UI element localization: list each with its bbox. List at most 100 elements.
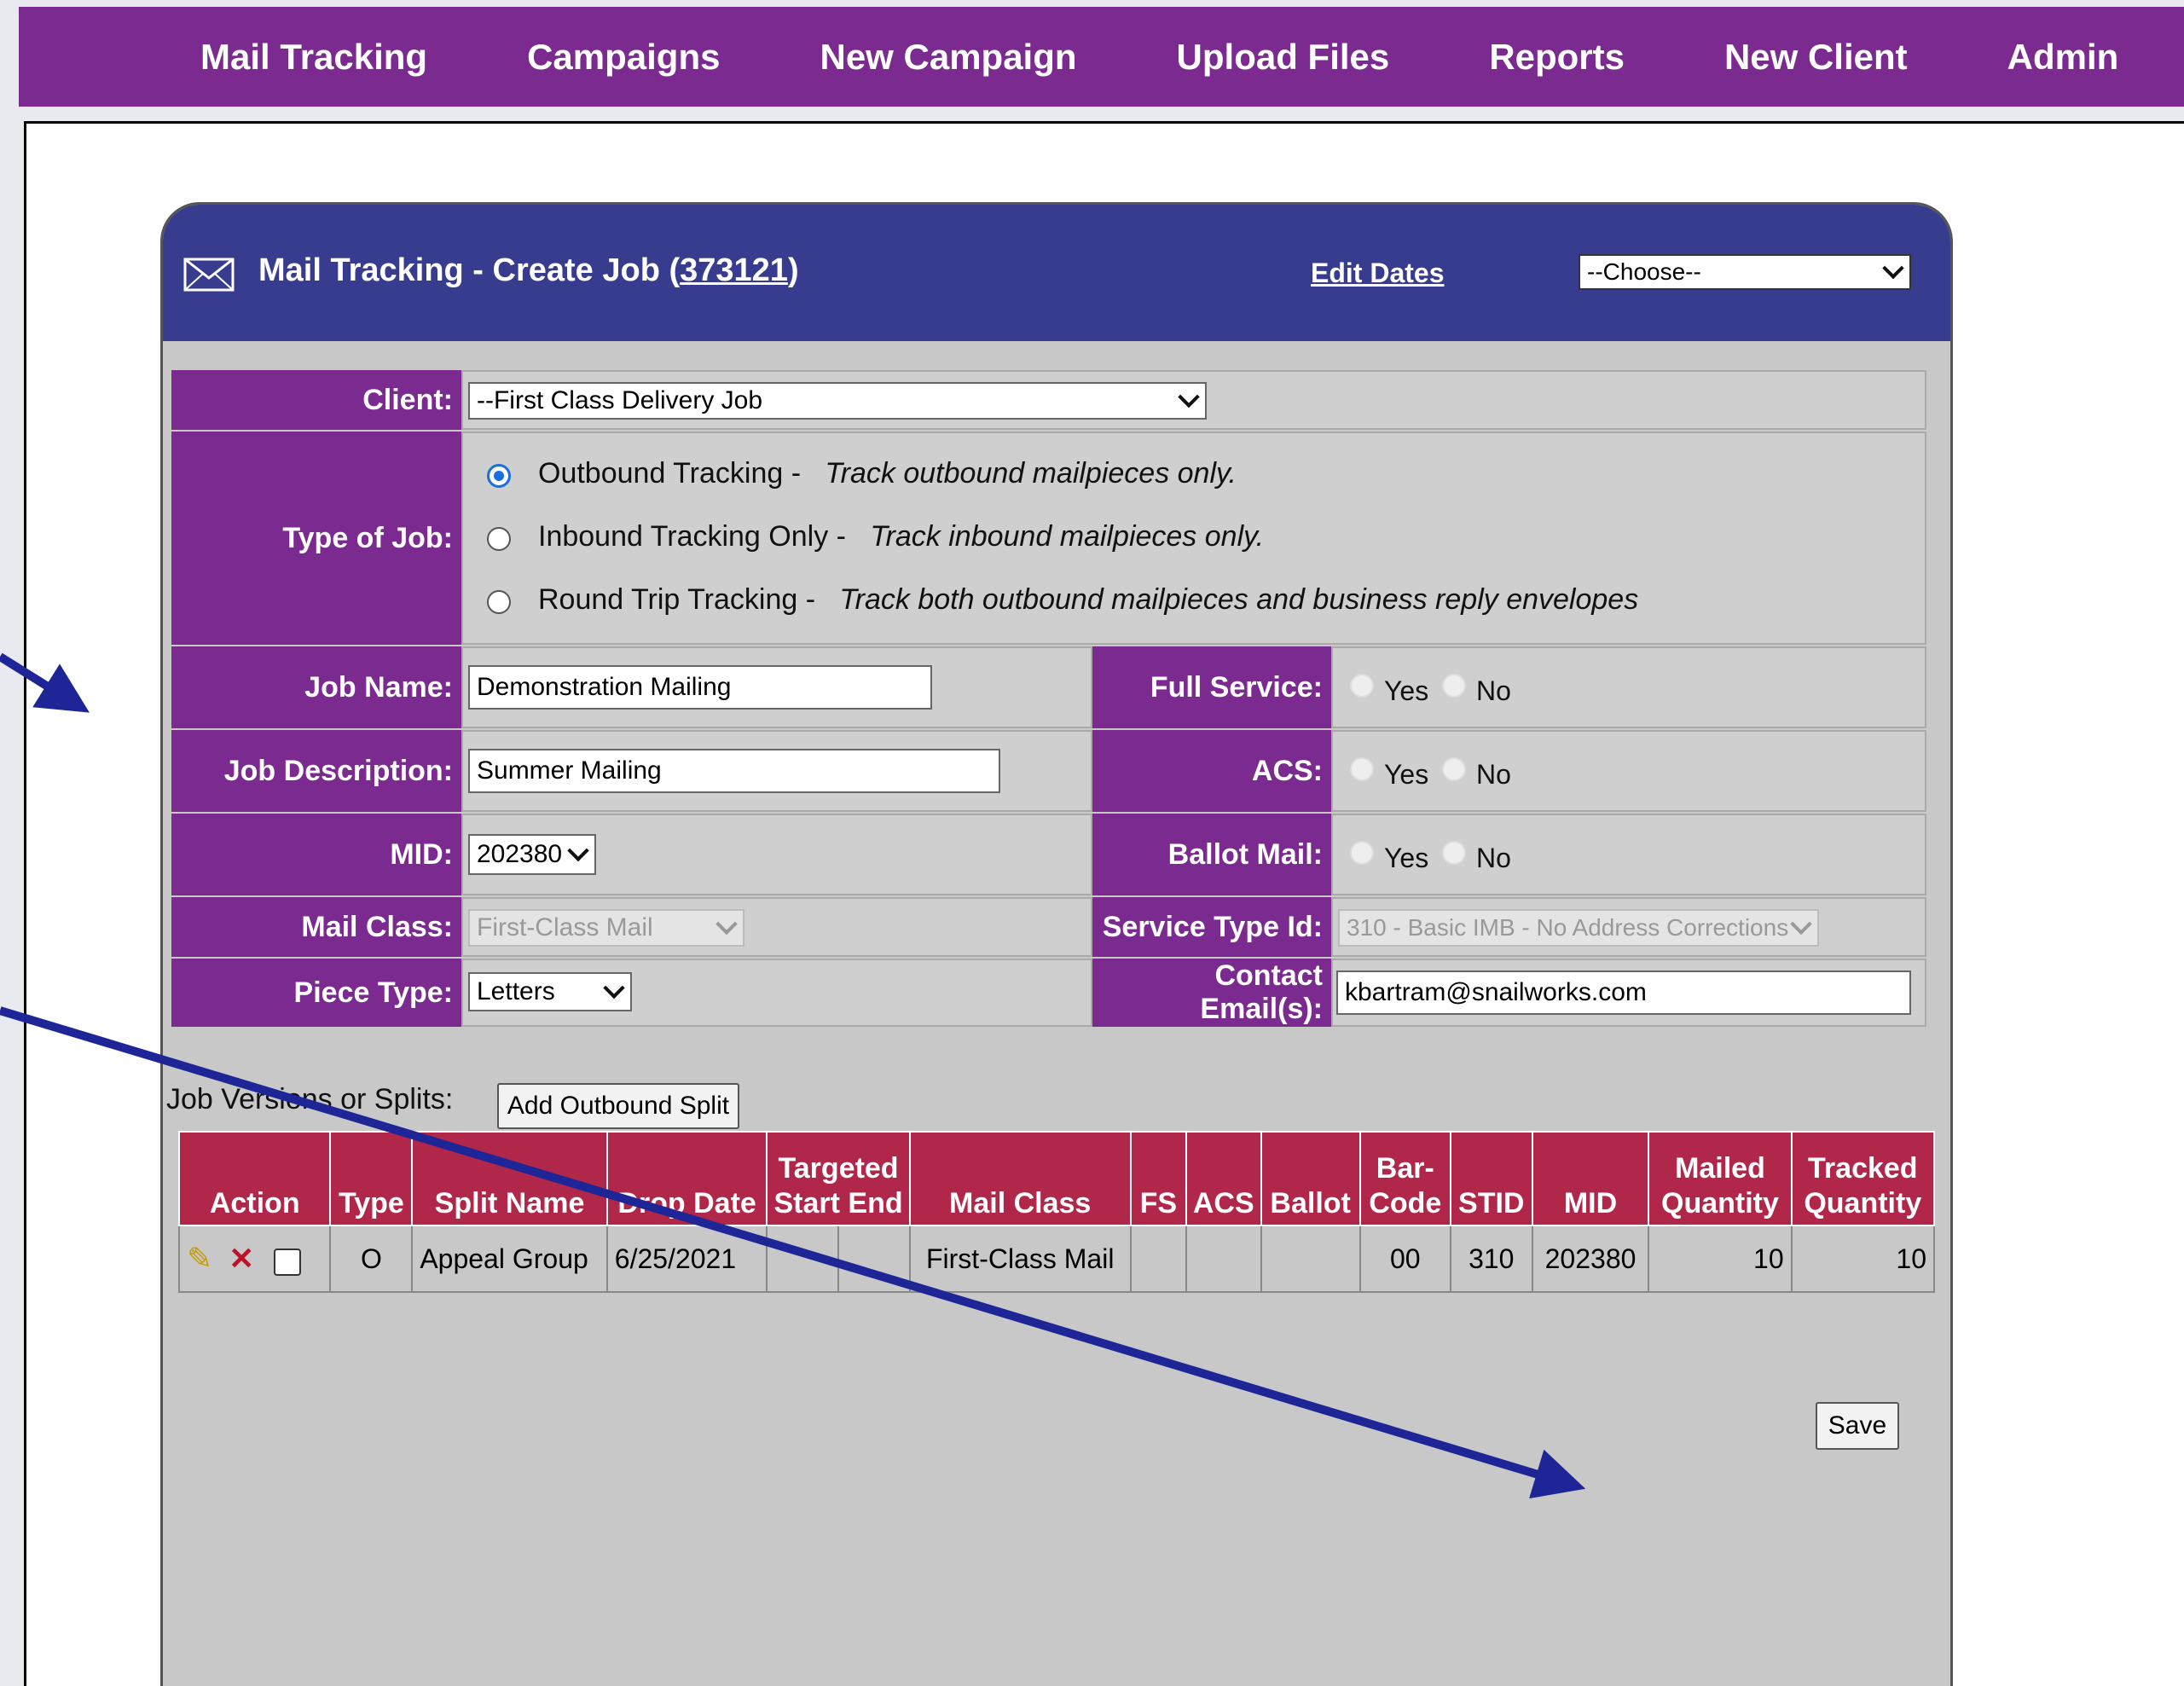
splits-table: Action Type Split Name Drop Date Targete… <box>177 1131 1936 1293</box>
header-stid: STID <box>1449 1131 1533 1226</box>
nav-reports[interactable]: Reports <box>1489 37 1625 78</box>
cell-tracked-quantity: 10 <box>1790 1225 1936 1293</box>
header-mid: MID <box>1531 1131 1650 1226</box>
nav-admin[interactable]: Admin <box>2007 37 2119 78</box>
mid-label: MID: <box>171 814 461 895</box>
header-targeted-line2: Start End <box>773 1187 903 1220</box>
chevron-down-icon <box>1178 385 1200 408</box>
choose-dropdown-value: --Choose-- <box>1587 258 1701 285</box>
cell-targeted <box>766 1225 911 1293</box>
acs-no-radio[interactable] <box>1442 757 1466 781</box>
contact-email-input[interactable]: kbartram@snailworks.com <box>1336 970 1911 1015</box>
header-fs: FS <box>1129 1131 1188 1226</box>
header-ballot: Ballot <box>1260 1131 1361 1226</box>
top-nav-bar: Mail Tracking Campaigns New Campaign Upl… <box>19 7 2184 107</box>
header-mailed-line2: Quantity <box>1661 1187 1779 1220</box>
header-action: Action <box>177 1131 332 1226</box>
add-outbound-split-button[interactable]: Add Outbound Split <box>497 1083 739 1129</box>
acs-no-label: No <box>1476 759 1511 790</box>
outbound-tracking-radio[interactable] <box>487 464 511 488</box>
header-targeted-line1: Targeted <box>778 1152 899 1185</box>
ballot-mail-label: Ballot Mail: <box>1092 814 1331 895</box>
nav-upload-files[interactable]: Upload Files <box>1177 37 1390 78</box>
action-cell: ✎ ✕ <box>177 1225 332 1293</box>
full-service-label: Full Service: <box>1092 646 1331 728</box>
acs-yes-radio[interactable] <box>1350 757 1374 781</box>
header-mail-class: Mail Class <box>908 1131 1132 1226</box>
edit-pencil-icon[interactable]: ✎ <box>187 1241 212 1277</box>
cell-mid: 202380 <box>1531 1225 1650 1293</box>
ballot-yes-radio[interactable] <box>1350 841 1374 865</box>
cell-acs <box>1185 1225 1262 1293</box>
mail-class-select-value: First-Class Mail <box>477 913 653 941</box>
contact-email-label: Contact Email(s): <box>1092 959 1331 1027</box>
chevron-down-icon <box>1882 257 1904 280</box>
client-select[interactable]: --First Class Delivery Job <box>468 382 1207 420</box>
inbound-tracking-label: Inbound Tracking Only - <box>538 520 846 553</box>
service-type-select[interactable]: 310 - Basic IMB - No Address Corrections <box>1338 909 1819 947</box>
acs-yes-label: Yes <box>1384 759 1429 790</box>
client-select-value: --First Class Delivery Job <box>477 386 763 414</box>
header-tracked-line2: Quantity <box>1804 1187 1922 1220</box>
mail-class-select[interactable]: First-Class Mail <box>468 909 744 947</box>
row-checkbox[interactable] <box>274 1248 302 1276</box>
header-drop-date: Drop Date <box>605 1131 768 1226</box>
header-acs: ACS <box>1185 1131 1262 1226</box>
mid-select[interactable]: 202380 <box>468 834 596 875</box>
delete-x-icon[interactable]: ✕ <box>229 1241 254 1277</box>
outbound-tracking-option: Outbound Tracking - Track outbound mailp… <box>538 457 1237 490</box>
round-trip-tracking-radio[interactable] <box>487 590 511 614</box>
piece-type-select-value: Letters <box>477 977 555 1005</box>
envelope-icon <box>183 258 235 292</box>
cell-mailed-quantity: 10 <box>1648 1225 1793 1293</box>
service-type-label: Service Type Id: <box>1092 897 1331 957</box>
job-description-label: Job Description: <box>171 730 461 812</box>
job-id-link[interactable]: 373121 <box>680 252 788 288</box>
nav-campaigns[interactable]: Campaigns <box>527 37 720 78</box>
mid-select-value: 202380 <box>477 840 563 868</box>
full-service-no-label: No <box>1476 675 1511 706</box>
client-label: Client: <box>171 370 461 430</box>
piece-type-label: Piece Type: <box>171 959 461 1027</box>
job-name-input[interactable]: Demonstration Mailing <box>468 665 932 710</box>
nav-new-client[interactable]: New Client <box>1724 37 1908 78</box>
panel-title: Mail Tracking - Create Job (373121) <box>258 252 799 289</box>
full-service-no-radio[interactable] <box>1442 674 1466 698</box>
cell-mail-class: First-Class Mail <box>908 1225 1132 1293</box>
cell-fs <box>1129 1225 1188 1293</box>
nav-mail-tracking[interactable]: Mail Tracking <box>200 37 427 78</box>
mail-class-label: Mail Class: <box>171 897 461 957</box>
ballot-no-radio[interactable] <box>1442 841 1466 865</box>
header-barcode-line2: Code <box>1369 1187 1442 1220</box>
table-row: ✎ ✕ O Appeal Group 6/25/2021 First-Class… <box>177 1225 1936 1293</box>
acs-label: ACS: <box>1092 730 1331 812</box>
save-button[interactable]: Save <box>1816 1402 1899 1450</box>
round-trip-tracking-label: Round Trip Tracking - <box>538 583 816 616</box>
piece-type-select[interactable]: Letters <box>468 972 632 1011</box>
ballot-no-label: No <box>1476 843 1511 873</box>
chevron-down-icon <box>1790 913 1812 936</box>
cell-barcode: 00 <box>1358 1225 1451 1293</box>
job-description-input[interactable]: Summer Mailing <box>468 749 1000 793</box>
cell-ballot <box>1260 1225 1361 1293</box>
header-type: Type <box>329 1131 414 1226</box>
choose-dropdown[interactable]: --Choose-- <box>1579 254 1911 290</box>
cell-start <box>768 1226 840 1291</box>
header-tracked-quantity: Tracked Quantity <box>1790 1131 1936 1226</box>
full-service-yes-radio[interactable] <box>1350 674 1374 698</box>
title-suffix: ) <box>787 252 799 288</box>
cell-split-name: Appeal Group <box>411 1225 608 1293</box>
create-job-panel: Mail Tracking - Create Job (373121) Edit… <box>160 202 1953 1686</box>
full-service-yes-label: Yes <box>1384 675 1429 706</box>
inbound-tracking-radio[interactable] <box>487 527 511 551</box>
round-trip-tracking-option: Round Trip Tracking - Track both outboun… <box>538 583 1638 617</box>
job-name-label: Job Name: <box>171 646 461 728</box>
service-type-select-value: 310 - Basic IMB - No Address Corrections <box>1347 914 1789 941</box>
chevron-down-icon <box>567 839 589 862</box>
edit-dates-link[interactable]: Edit Dates <box>1311 258 1444 289</box>
inbound-tracking-option: Inbound Tracking Only - Track inbound ma… <box>538 520 1264 553</box>
title-prefix: Mail Tracking - Create Job ( <box>258 252 681 288</box>
header-targeted: Targeted Start End <box>766 1131 911 1226</box>
header-mailed-line1: Mailed <box>1675 1152 1765 1185</box>
nav-new-campaign[interactable]: New Campaign <box>820 37 1076 78</box>
